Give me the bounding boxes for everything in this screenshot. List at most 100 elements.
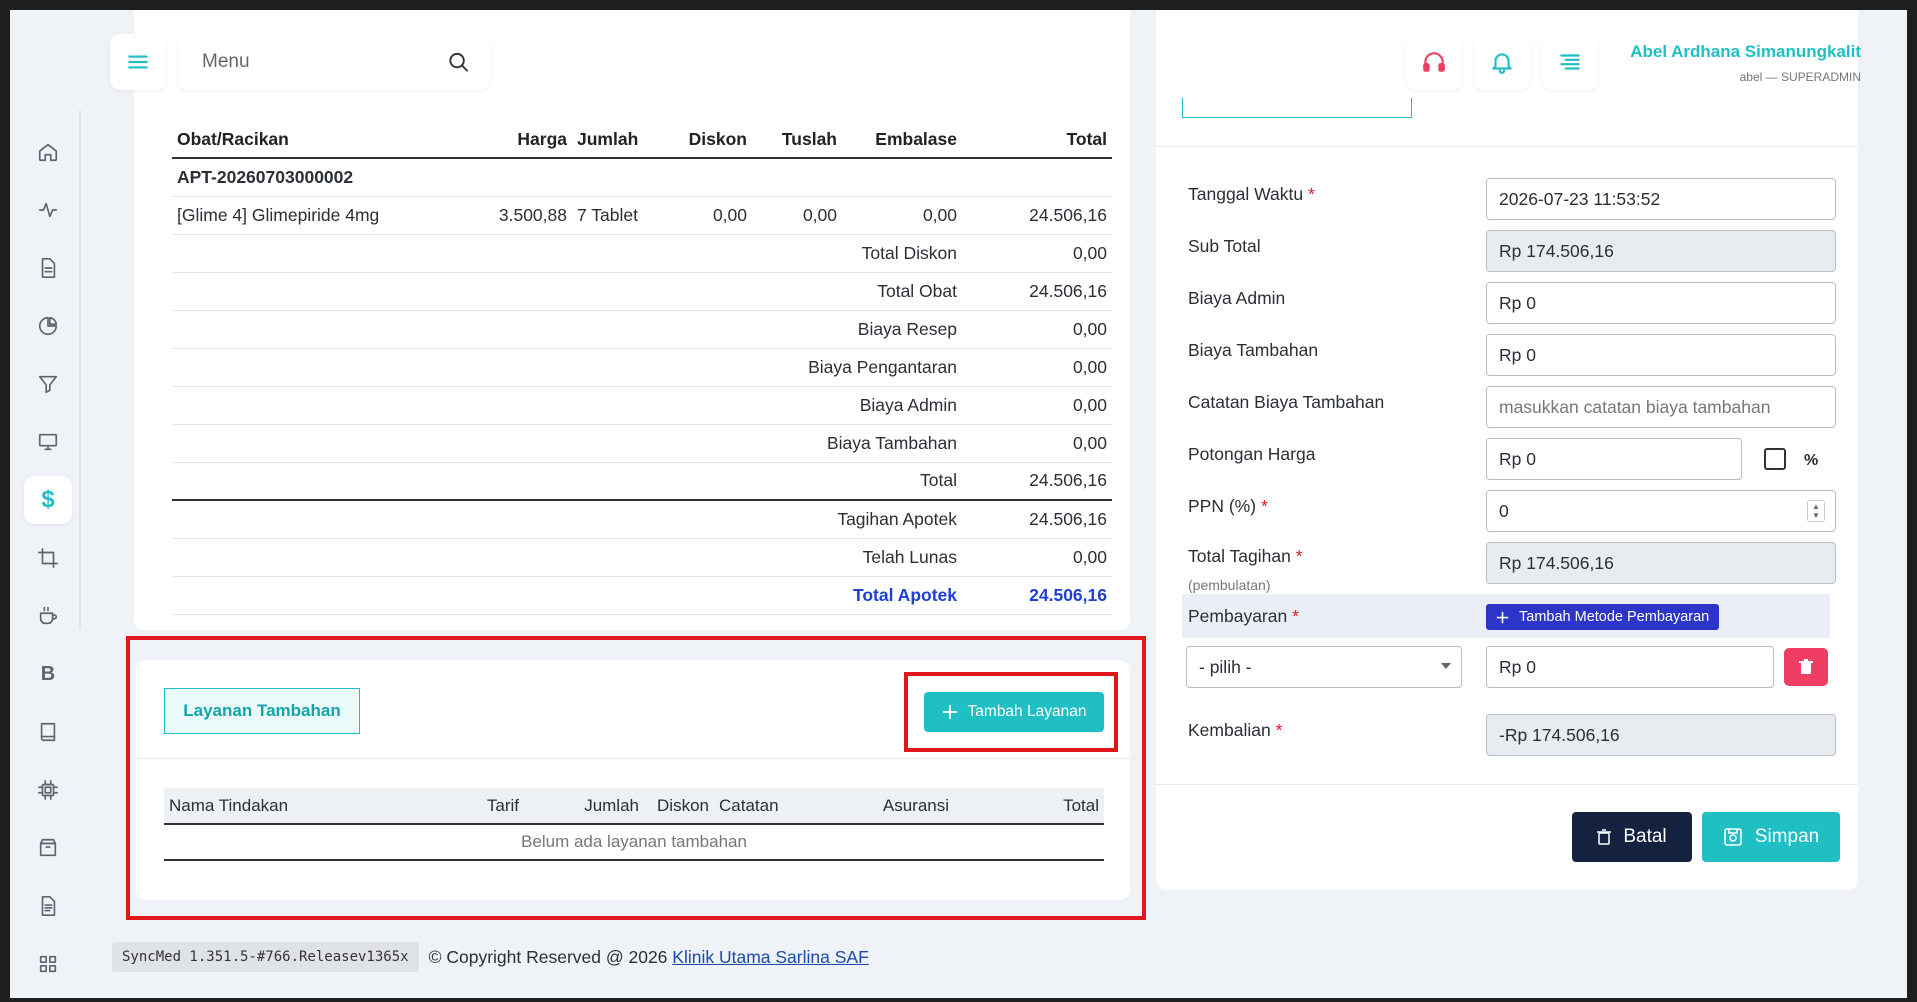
- book-icon: [40, 722, 56, 742]
- layanan-table-header: Nama Tindakan Tarif Jumlah Diskon Catata…: [164, 788, 1104, 825]
- col-jumlah: Jumlah: [524, 788, 644, 825]
- card-divider: [136, 758, 1130, 759]
- summary-row: Telah Lunas 0,00: [172, 538, 1112, 577]
- summary-value: 0,00: [962, 234, 1112, 273]
- col-embalase: Embalase: [842, 122, 962, 159]
- summary-value: 24.506,16: [962, 272, 1112, 311]
- subtotal-label: Sub Total: [1188, 236, 1261, 256]
- ppn-input[interactable]: 0 ▲ ▼: [1486, 490, 1836, 532]
- sidebar-item-book[interactable]: [24, 708, 72, 756]
- empty-row: Belum ada layanan tambahan: [164, 824, 1104, 861]
- delete-payment-button[interactable]: [1784, 648, 1828, 686]
- tambah-layanan-button[interactable]: Tambah Layanan: [924, 692, 1104, 732]
- menu-toggle-button[interactable]: [110, 34, 166, 90]
- sidebar-item-crop[interactable]: [24, 534, 72, 582]
- biaya-tambahan-input[interactable]: Rp 0: [1486, 334, 1836, 376]
- sidebar-item-b[interactable]: B: [24, 650, 72, 698]
- sidebar-item-activity[interactable]: [24, 186, 72, 234]
- summary-label: Biaya Pengantaran: [172, 348, 962, 387]
- sidebar-item-home[interactable]: [24, 128, 72, 176]
- biaya-admin-label: Biaya Admin: [1188, 288, 1286, 308]
- apt-code-row: APT-20260703000002: [172, 158, 1112, 197]
- clinic-link[interactable]: Klinik Utama Sarlina SAF: [672, 947, 868, 967]
- search-icon[interactable]: [447, 49, 470, 75]
- simpan-button[interactable]: Simpan: [1702, 812, 1840, 862]
- search-input[interactable]: [202, 51, 447, 73]
- batal-label: Batal: [1623, 826, 1667, 847]
- item-embalase: 0,00: [842, 196, 962, 235]
- right-menu-button[interactable]: [1542, 34, 1598, 90]
- col-catatan: Catatan: [714, 788, 864, 825]
- obat-card: Obat/Racikan Harga Jumlah Diskon Tuslah …: [134, 10, 1130, 630]
- sidebar-item-archive[interactable]: [24, 824, 72, 872]
- sidebar-item-chip[interactable]: [24, 766, 72, 814]
- version-badge: SyncMed 1.351.5-#766.Releasev1365x: [112, 942, 419, 972]
- col-total: Total: [962, 122, 1112, 159]
- sidebar-item-document[interactable]: [24, 244, 72, 292]
- app-frame: $ B Obat/Racikan Harga Jumlah Diskon Tus…: [10, 10, 1907, 998]
- tab-layanan-tambahan[interactable]: Layanan Tambahan: [164, 688, 360, 734]
- footer: SyncMed 1.351.5-#766.Releasev1365x © Cop…: [112, 942, 869, 972]
- user-profile[interactable]: Abel Ardhana Simanungkalit abel — SUPERA…: [1630, 42, 1861, 84]
- percent-checkbox[interactable]: [1764, 448, 1786, 470]
- summary-value: 24.506,16: [962, 462, 1112, 501]
- sidebar-item-report[interactable]: [24, 882, 72, 930]
- catatan-textarea[interactable]: masukkan catatan biaya tambahan: [1486, 386, 1836, 428]
- archive-box-icon: [39, 838, 57, 857]
- hamburger-icon: [128, 55, 148, 69]
- summary-row: Biaya Tambahan 0,00: [172, 424, 1112, 463]
- copyright-label: © Copyright Reserved @ 2026: [428, 946, 668, 967]
- spinner-arrows-icon[interactable]: ▲ ▼: [1807, 500, 1825, 522]
- batal-button[interactable]: Batal: [1572, 812, 1692, 862]
- sidebar-item-coffee[interactable]: [24, 592, 72, 640]
- potongan-input[interactable]: Rp 0: [1486, 438, 1742, 480]
- dollar-icon: $: [41, 486, 55, 513]
- chevron-down-icon: [1441, 663, 1451, 669]
- cpu-chip-icon: [38, 780, 58, 800]
- sidebar-item-chart[interactable]: [24, 302, 72, 350]
- pembayaran-amount-input[interactable]: Rp 0: [1486, 646, 1774, 688]
- report-icon: [41, 896, 56, 916]
- tanggal-waktu-input[interactable]: 2026-07-23 11:53:52: [1486, 178, 1836, 220]
- col-nama-tindakan: Nama Tindakan: [164, 788, 444, 825]
- sidebar-item-monitor[interactable]: [24, 418, 72, 466]
- subtotal-field: Rp 174.506,16: [1486, 230, 1836, 272]
- summary-value: 0,00: [962, 538, 1112, 577]
- col-asuransi: Asuransi: [864, 788, 954, 825]
- sidebar-item-filter[interactable]: [24, 360, 72, 408]
- empty-message: Belum ada layanan tambahan: [164, 824, 1104, 861]
- bell-icon: [1492, 53, 1512, 74]
- summary-label: Biaya Admin: [172, 386, 962, 425]
- metode-selected: - pilih -: [1199, 656, 1252, 677]
- potongan-label: Potongan Harga: [1188, 444, 1316, 464]
- col-obat: Obat/Racikan: [172, 122, 472, 159]
- pie-chart-icon: [38, 316, 58, 336]
- summary-value: 24.506,16: [962, 500, 1112, 539]
- support-button[interactable]: [1406, 34, 1462, 90]
- item-jumlah: 7 Tablet: [572, 196, 672, 235]
- metode-select[interactable]: - pilih -: [1186, 646, 1462, 688]
- save-icon: [1723, 828, 1742, 846]
- crop-icon: [38, 548, 58, 568]
- copyright-text: © Copyright Reserved @ 2026 Klinik Utama…: [429, 947, 869, 968]
- summary-row: Total 24.506,16: [172, 462, 1112, 501]
- sidebar-item-grid[interactable]: [24, 940, 72, 988]
- summary-label: Tagihan Apotek: [172, 500, 962, 539]
- plus-icon: [942, 705, 957, 719]
- sidebar-item-billing[interactable]: $: [24, 476, 72, 524]
- tambah-metode-button[interactable]: Tambah Metode Pembayaran: [1486, 604, 1720, 630]
- col-tuslah: Tuslah: [752, 122, 842, 159]
- obat-table-header: Obat/Racikan Harga Jumlah Diskon Tuslah …: [172, 122, 1112, 159]
- summary-label: Total Obat: [172, 272, 962, 311]
- biaya-admin-input[interactable]: Rp 0: [1486, 282, 1836, 324]
- ppn-label: PPN (%) *: [1188, 496, 1268, 516]
- summary-label: Total Diskon: [172, 234, 962, 273]
- summary-value: 0,00: [962, 348, 1112, 387]
- sidebar-divider: [79, 110, 81, 630]
- menu-search[interactable]: [178, 34, 490, 90]
- layanan-table: Nama Tindakan Tarif Jumlah Diskon Catata…: [164, 788, 1104, 861]
- notifications-button[interactable]: [1474, 34, 1530, 90]
- tanggal-label: Tanggal Waktu *: [1188, 184, 1315, 204]
- summary-row: Biaya Admin 0,00: [172, 386, 1112, 425]
- summary-row: Total Diskon 0,00: [172, 234, 1112, 273]
